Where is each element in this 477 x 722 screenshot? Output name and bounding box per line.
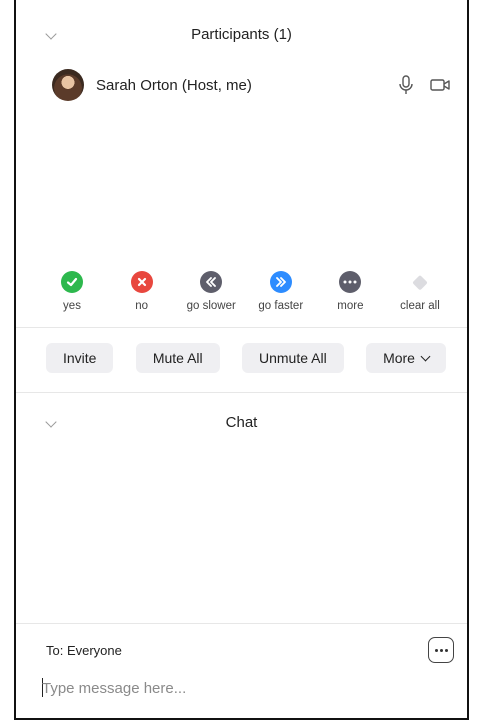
microphone-icon[interactable]: [395, 74, 417, 96]
reaction-no[interactable]: no: [108, 271, 176, 323]
participant-actions: Invite Mute All Unmute All More: [46, 343, 446, 375]
video-camera-icon[interactable]: [429, 74, 451, 96]
reaction-label: more: [337, 300, 364, 312]
participant-row[interactable]: Sarah Orton (Host, me): [52, 68, 451, 102]
chevron-down-icon: [420, 351, 431, 361]
reaction-bar: yes no go slower go faster more clear al…: [38, 271, 454, 323]
reaction-label: no: [135, 300, 148, 312]
reaction-label: go slower: [186, 300, 236, 312]
participants-title: Participants (1): [191, 25, 292, 43]
double-chevron-right-icon: [269, 271, 292, 293]
invite-button[interactable]: Invite: [46, 343, 114, 373]
chat-title: Chat: [225, 413, 258, 431]
double-chevron-left-icon: [200, 271, 223, 293]
chat-options-button[interactable]: [428, 637, 454, 663]
chevron-down-icon[interactable]: [45, 28, 57, 40]
participant-name: Sarah Orton (Host, me): [96, 76, 252, 94]
avatar: [52, 69, 84, 101]
zoom-side-panel: Participants (1) Sarah Orton (Host, me) …: [14, 0, 469, 720]
unmute-all-button[interactable]: Unmute All: [242, 343, 344, 373]
eraser-icon: [409, 271, 431, 293]
chat-recipient[interactable]: To: Everyone: [46, 643, 122, 658]
ellipsis-icon: [434, 648, 438, 652]
reaction-go-slower[interactable]: go slower: [177, 271, 245, 323]
divider: [16, 392, 467, 393]
divider: [16, 623, 467, 624]
more-button[interactable]: More: [366, 343, 446, 373]
chat-message-input[interactable]: [42, 675, 442, 701]
check-icon: [61, 271, 83, 293]
reaction-label: yes: [63, 300, 81, 312]
more-button-label: More: [383, 350, 415, 366]
participants-header[interactable]: Participants (1): [16, 17, 467, 51]
x-icon: [130, 271, 153, 293]
reaction-label: clear all: [400, 300, 440, 312]
reaction-go-faster[interactable]: go faster: [247, 271, 315, 323]
chevron-down-icon[interactable]: [45, 416, 57, 428]
reaction-yes[interactable]: yes: [38, 271, 106, 323]
chat-header[interactable]: Chat: [16, 405, 467, 439]
ellipsis-icon: [339, 271, 362, 293]
reaction-more[interactable]: more: [316, 271, 384, 323]
mute-all-button[interactable]: Mute All: [135, 343, 220, 373]
reaction-clear-all[interactable]: clear all: [386, 271, 454, 323]
reaction-label: go faster: [258, 300, 304, 312]
divider: [16, 327, 467, 328]
